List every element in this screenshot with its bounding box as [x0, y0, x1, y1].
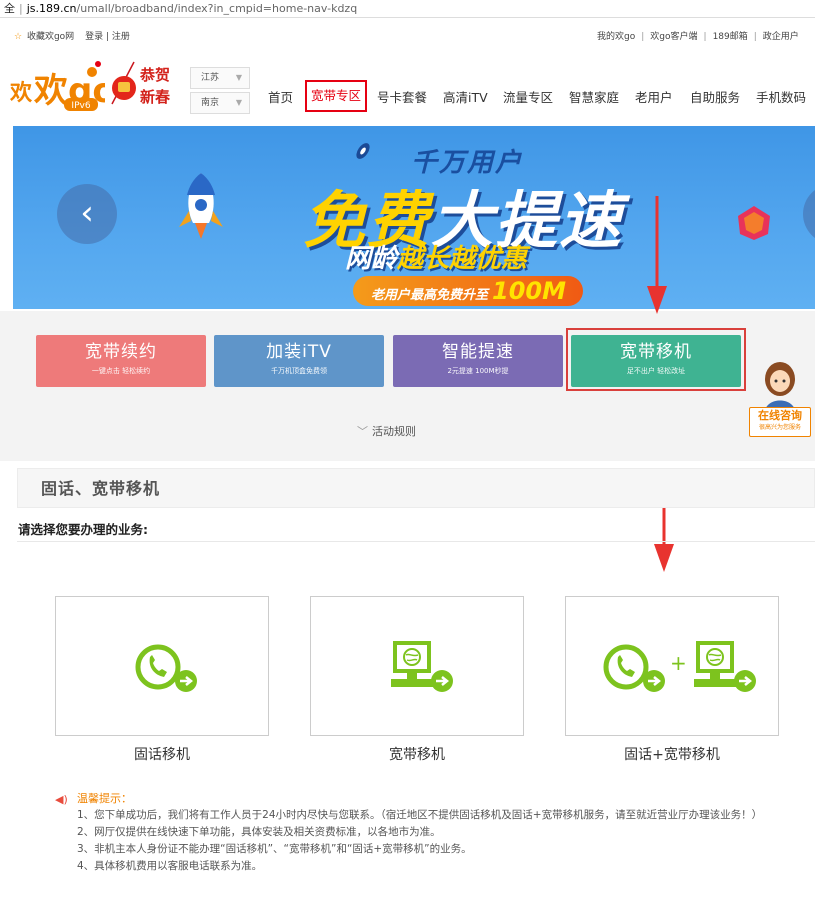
computer-move-icon: [391, 641, 453, 692]
option-broadband-move[interactable]: [310, 596, 524, 736]
top-bar-left: ☆ 收藏欢go网 登录 | 注册: [14, 25, 130, 49]
enterprise-link[interactable]: 政企用户: [763, 32, 799, 42]
province-value: 江苏: [201, 73, 220, 83]
service-subtitle: 千万机顶盒免费领: [271, 367, 327, 375]
banner-pill-speed: 100M: [492, 277, 566, 305]
banner-pill: 老用户最高免费升至 100M: [353, 276, 583, 306]
plus-sign: +: [670, 651, 687, 675]
tips-title: 温馨提示：: [77, 792, 132, 805]
nav-hd-itv[interactable]: 高清iTV: [443, 86, 488, 110]
nav-smart-home[interactable]: 智慧家庭: [569, 86, 619, 110]
service-name: 宽带续约: [85, 342, 157, 362]
festive-line-1: 恭贺: [139, 66, 170, 84]
service-subtitle: 一键点击 轻松续约: [91, 367, 151, 375]
service-name: 智能提速: [442, 342, 514, 362]
option-label: 固话移机: [134, 747, 190, 763]
speed-up-card[interactable]: 智能提速 2元提速 100M秒提: [393, 335, 563, 387]
address-host: js.189.cn: [26, 2, 77, 15]
phone-move-icon: [135, 644, 197, 692]
city-value: 南京: [201, 98, 220, 108]
address-separator: |: [19, 2, 23, 15]
service-name: 加装iTV: [266, 342, 332, 362]
banner-line-3a: 网龄: [345, 244, 398, 274]
tip-line: 1、您下单成功后，我们将有工作人员于24小时内尽快与您联系。（宿迁地区不提供固话…: [77, 809, 763, 821]
rocket-icon: [179, 173, 223, 239]
nav-self-service[interactable]: 自助服务: [690, 86, 740, 110]
tip-line: 2、网厅仅提供在线快速下单功能，具体安装及相关资费标准，以各地市为准。: [77, 826, 441, 838]
top-bar: ☆ 收藏欢go网 登录 | 注册 我的欢go | 欢go客户端 | 189邮箱 | 政企用户: [0, 25, 815, 49]
chevron-down-icon: ▼: [235, 98, 242, 107]
top-bar-right: 我的欢go | 欢go客户端 | 189邮箱 | 政企用户: [597, 32, 799, 42]
banner-next-button[interactable]: [803, 184, 815, 244]
activity-rules-toggle[interactable]: ﹀ 活动规则: [357, 423, 416, 439]
star-icon: ☆: [14, 32, 23, 42]
satellite-icon: [356, 143, 370, 159]
consult-title: 在线咨询: [758, 409, 802, 422]
address-prefix: 全: [4, 2, 15, 15]
banner-prev-button[interactable]: ‹: [57, 184, 117, 244]
tip-line: 3、非机主本人身份证不能办理“固话移机”、“宽带移机”和“固话+宽带移机”的业务…: [77, 843, 472, 855]
phone-move-icon: [603, 644, 665, 692]
nav-phones[interactable]: 手机数码: [756, 86, 806, 110]
highlight-box: [566, 328, 746, 391]
agent-avatar-icon: [765, 362, 795, 411]
address-path: /umall/broadband/index?in_cmpid=home-nav…: [76, 2, 358, 15]
speaker-icon: ◀): [55, 793, 68, 806]
promo-banner[interactable]: ‹ 千万用户 免费大提速 网龄越长越优惠 老用户最高免费升至 100M: [13, 126, 815, 309]
my-huango-link[interactable]: 我的欢go: [597, 32, 635, 42]
service-panel: 宽带续约 一键点击 轻松续约 加装iTV 千万机顶盒免费领 智能提速 2元提速 …: [0, 311, 815, 461]
tip-line: 4、具体移机费用以客服电话联系为准。: [77, 860, 263, 872]
business-prompt: 请选择您要办理的业务:: [18, 522, 148, 537]
mail-189-link[interactable]: 189邮箱: [713, 32, 748, 42]
nav-old-users[interactable]: 老用户: [635, 86, 673, 110]
nav-data[interactable]: 流量专区: [503, 86, 553, 110]
nav-home[interactable]: 首页: [268, 86, 293, 110]
consult-badge[interactable]: 在线咨询 很高兴为您服务: [749, 407, 811, 437]
festive-badge: 恭贺 新春: [111, 61, 170, 106]
huango-logo[interactable]: 欢 欢go IPv6: [10, 60, 105, 112]
service-subtitle: 2元提速 100M秒提: [447, 367, 509, 375]
option-landline-move[interactable]: [55, 596, 269, 736]
gem-icon: [738, 206, 770, 240]
province-select[interactable]: 江苏 ▼: [190, 67, 250, 89]
banner-line-3: 网龄越长越优惠: [345, 238, 527, 275]
chevron-down-icon: ﹀: [357, 425, 368, 438]
option-label: 宽带移机: [389, 747, 445, 763]
favorite-link[interactable]: 收藏欢go网: [27, 32, 74, 42]
svg-text:欢: 欢: [10, 80, 33, 106]
festive-line-2: 新春: [140, 88, 170, 106]
red-arrow-icon: [647, 196, 667, 314]
banner-line-3b: 越长越优惠: [397, 244, 528, 274]
tips-section: ◀) 温馨提示： 1、您下单成功后，我们将有工作人员于24小时内尽快与您联系。（…: [55, 790, 805, 875]
add-itv-card[interactable]: 加装iTV 千万机顶盒免费领: [214, 335, 384, 387]
computer-move-icon: [694, 641, 756, 692]
login-register-link[interactable]: 登录 | 注册: [85, 32, 130, 42]
online-consult-widget[interactable]: 在线咨询 很高兴为您服务: [749, 359, 811, 439]
client-link[interactable]: 欢go客户端: [650, 32, 697, 42]
renew-broadband-card[interactable]: 宽带续约 一键点击 轻松续约: [36, 335, 206, 387]
city-select[interactable]: 南京 ▼: [190, 92, 250, 114]
ipv6-badge: IPv6: [71, 101, 90, 111]
address-bar[interactable]: 全 | js.189.cn/umall/broadband/index?in_cmp…: [0, 0, 815, 18]
section-title: 固话、宽带移机: [17, 468, 815, 508]
site-header: 欢 欢go IPv6 恭贺 新春 江苏 ▼ 南京 ▼ 首页 宽带专区 号卡套餐 高清…: [0, 52, 815, 124]
banner-pill-text: 老用户最高免费升至: [371, 288, 489, 303]
activity-rules-label: 活动规则: [372, 425, 416, 438]
consult-subtitle: 很高兴为您服务: [758, 424, 801, 431]
nav-broadband[interactable]: 宽带专区: [305, 80, 368, 112]
divider: [17, 541, 815, 542]
nav-sim-plans[interactable]: 号卡套餐: [377, 86, 427, 110]
option-label: 固话+宽带移机: [624, 747, 720, 763]
chevron-down-icon: ▼: [235, 73, 242, 82]
option-both-move[interactable]: +: [565, 596, 779, 736]
